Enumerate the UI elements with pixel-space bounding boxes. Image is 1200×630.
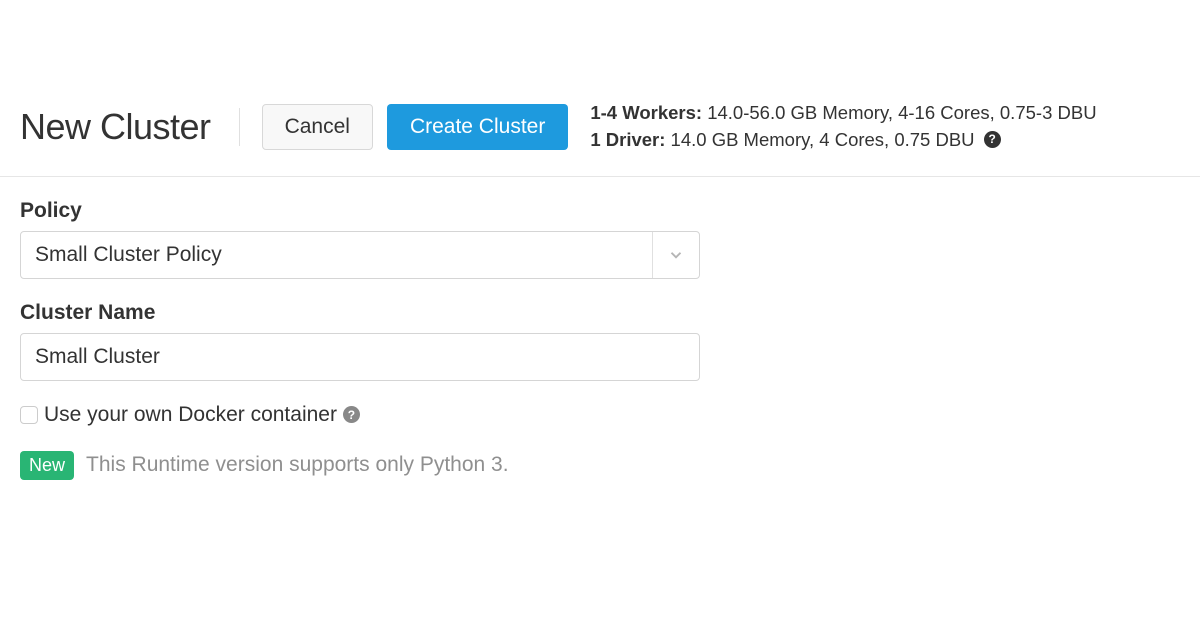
- driver-detail: 14.0 GB Memory, 4 Cores, 0.75 DBU: [671, 129, 975, 150]
- driver-info: 1 Driver: 14.0 GB Memory, 4 Cores, 0.75 …: [590, 127, 1096, 154]
- policy-label: Policy: [20, 199, 1180, 223]
- policy-group: Policy Small Cluster Policy: [20, 199, 1180, 279]
- driver-label: 1 Driver:: [590, 129, 665, 150]
- cluster-name-input[interactable]: [35, 334, 685, 380]
- header-bar: New Cluster Cancel Create Cluster 1-4 Wo…: [0, 100, 1200, 177]
- cluster-name-label: Cluster Name: [20, 301, 1180, 325]
- policy-select[interactable]: Small Cluster Policy: [20, 231, 700, 279]
- cancel-button[interactable]: Cancel: [262, 104, 373, 150]
- create-cluster-button[interactable]: Create Cluster: [387, 104, 568, 150]
- help-icon[interactable]: ?: [343, 406, 360, 423]
- docker-checkbox[interactable]: [20, 406, 38, 424]
- cluster-resources-info: 1-4 Workers: 14.0-56.0 GB Memory, 4-16 C…: [590, 100, 1096, 154]
- runtime-note: New This Runtime version supports only P…: [20, 451, 1180, 480]
- workers-info: 1-4 Workers: 14.0-56.0 GB Memory, 4-16 C…: [590, 100, 1096, 127]
- workers-label: 1-4 Workers:: [590, 102, 702, 123]
- new-badge: New: [20, 451, 74, 480]
- workers-detail: 14.0-56.0 GB Memory, 4-16 Cores, 0.75-3 …: [707, 102, 1096, 123]
- cluster-name-input-wrap: [20, 333, 700, 381]
- chevron-down-icon: [652, 232, 685, 278]
- docker-row: Use your own Docker container ?: [20, 403, 1180, 427]
- docker-label: Use your own Docker container: [44, 403, 337, 427]
- divider: [239, 108, 240, 146]
- policy-value: Small Cluster Policy: [35, 243, 222, 267]
- runtime-note-text: This Runtime version supports only Pytho…: [86, 453, 509, 477]
- cluster-name-group: Cluster Name: [20, 301, 1180, 381]
- page-title: New Cluster: [20, 106, 211, 148]
- help-icon[interactable]: ?: [984, 131, 1001, 148]
